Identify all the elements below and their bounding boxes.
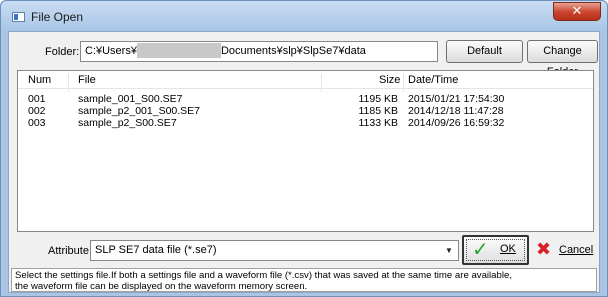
folder-label: Folder: [45, 46, 80, 58]
file-open-dialog: File Open ✕ Folder: C:¥Users¥ Documents¥s… [0, 0, 608, 297]
window-title: File Open [31, 10, 84, 24]
row-date: 2014/09/26 16:59:32 [408, 117, 505, 129]
help-text-box: Select the settings file.If both a setti… [11, 268, 597, 292]
redacted-username [136, 42, 221, 58]
folder-path-prefix: C:¥Users¥ [85, 45, 137, 57]
column-header-date[interactable]: Date/Time [408, 74, 458, 86]
column-header-num[interactable]: Num [28, 74, 51, 86]
checkmark-icon: ✓ [472, 237, 489, 261]
column-header-file[interactable]: File [78, 74, 96, 86]
row-num: 003 [28, 117, 46, 129]
row-size: 1185 KB [358, 105, 398, 117]
row-date: 2015/01/21 17:54:30 [408, 93, 505, 105]
help-line-2: the waveform file can be displayed on th… [15, 281, 308, 292]
list-item[interactable]: 001 sample_001_S00.SE7 1195 KB 2015/01/2… [18, 93, 593, 105]
row-file: sample_p2_001_S00.SE7 [78, 105, 201, 117]
default-button[interactable]: Default [446, 40, 523, 63]
ok-button[interactable]: ✓ OK [462, 235, 529, 265]
folder-path-field[interactable]: C:¥Users¥ Documents¥slp¥SlpSe7¥data [80, 41, 438, 62]
row-num: 001 [28, 93, 46, 105]
folder-path-suffix: Documents¥slp¥SlpSe7¥data [220, 45, 366, 57]
row-size: 1133 KB [358, 117, 398, 129]
row-size: 1195 KB [358, 93, 398, 105]
list-header: Num File Size Date/Time [18, 71, 593, 92]
title-bar[interactable]: File Open ✕ [1, 1, 607, 31]
dialog-body: Folder: C:¥Users¥ Documents¥slp¥SlpSe7¥da… [8, 31, 600, 293]
column-divider[interactable] [68, 74, 69, 92]
list-item[interactable]: 002 sample_p2_001_S00.SE7 1185 KB 2014/1… [18, 105, 593, 117]
cancel-label: Cancel [559, 244, 594, 256]
column-header-size[interactable]: Size [379, 74, 400, 86]
row-file: sample_001_S00.SE7 [78, 93, 183, 105]
close-button[interactable]: ✕ [553, 2, 601, 21]
attribute-select[interactable]: SLP SE7 data file (*.se7) ▼ [90, 240, 459, 261]
cancel-button[interactable]: ✖ Cancel [532, 239, 598, 263]
close-icon: ✕ [571, 4, 583, 19]
row-num: 002 [28, 105, 46, 117]
window-icon [12, 12, 25, 22]
x-icon: ✖ [536, 239, 552, 260]
ok-label: OK [500, 243, 516, 255]
row-file: sample_p2_S00.SE7 [78, 117, 177, 129]
change-folder-button[interactable]: Change Folder [527, 40, 598, 78]
help-line-1: Select the settings file.If both a setti… [15, 270, 512, 281]
row-date: 2014/12/18 11:47:28 [408, 105, 504, 117]
attribute-selected-value: SLP SE7 data file (*.se7) [95, 244, 217, 256]
list-item[interactable]: 003 sample_p2_S00.SE7 1133 KB 2014/09/26… [18, 117, 593, 129]
chevron-down-icon[interactable]: ▼ [442, 243, 456, 258]
column-divider[interactable] [321, 74, 322, 92]
attribute-label: Attribute: [48, 245, 93, 257]
file-list[interactable]: Num File Size Date/Time 001 sample_001_S… [17, 70, 594, 232]
column-divider[interactable] [403, 74, 404, 92]
